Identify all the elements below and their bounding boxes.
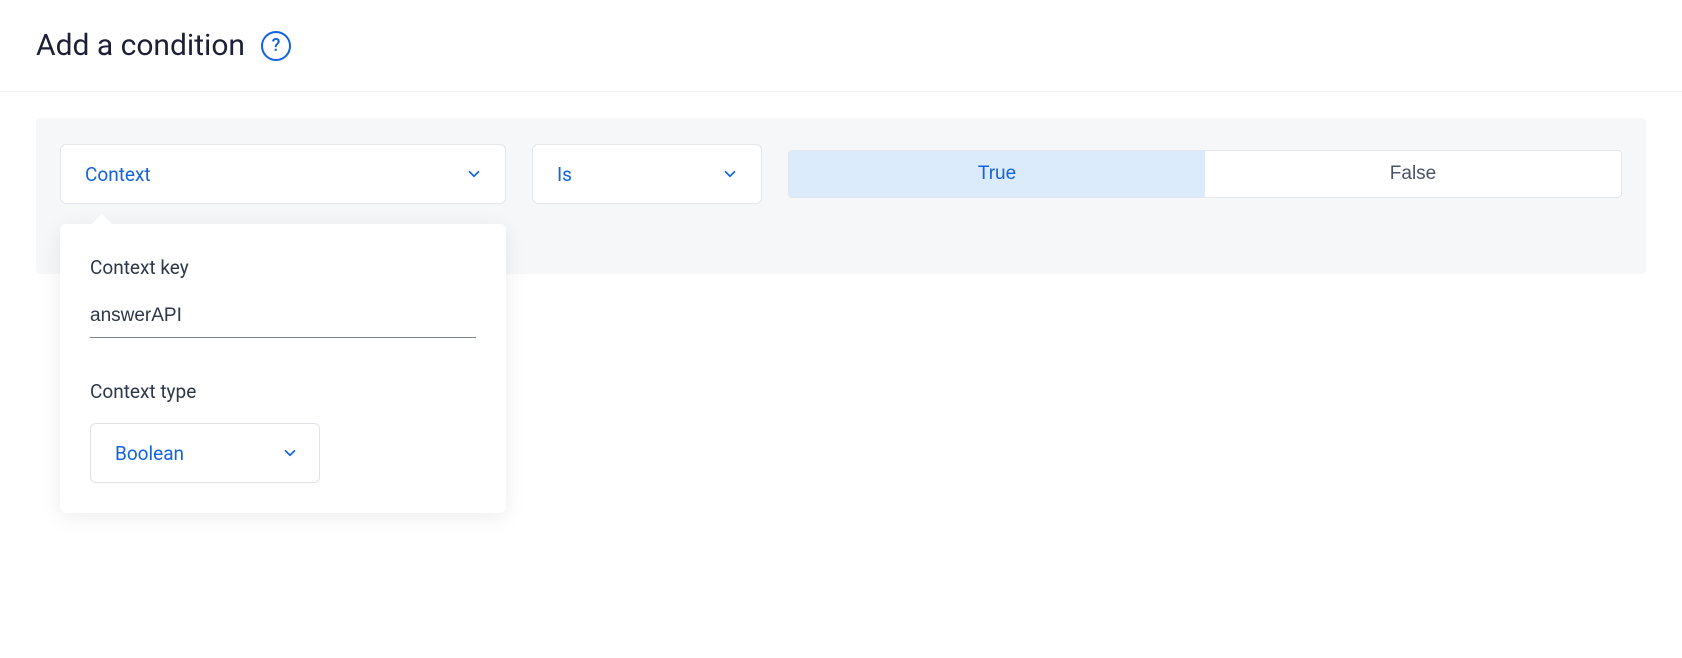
value-true-button[interactable]: True xyxy=(789,151,1205,197)
context-popover: Context key Context type Boolean xyxy=(60,224,506,513)
context-type-label: Context type xyxy=(90,380,476,403)
subject-dropdown-label: Context xyxy=(85,163,151,186)
chevron-down-icon xyxy=(721,165,739,183)
value-false-button[interactable]: False xyxy=(1205,151,1621,197)
context-type-dropdown-label: Boolean xyxy=(115,442,184,465)
chevron-down-icon xyxy=(281,444,299,462)
page-title: Add a condition xyxy=(36,28,245,63)
help-icon[interactable]: ? xyxy=(261,31,291,61)
context-key-label: Context key xyxy=(90,256,476,279)
value-toggle: True False xyxy=(788,150,1622,198)
context-type-dropdown[interactable]: Boolean xyxy=(90,423,320,483)
operator-dropdown-label: Is xyxy=(557,163,572,186)
subject-dropdown[interactable]: Context xyxy=(60,144,506,204)
chevron-down-icon xyxy=(465,165,483,183)
context-key-input[interactable] xyxy=(90,299,476,338)
condition-panel: Context Is True False Context key Contex… xyxy=(36,118,1646,274)
operator-dropdown[interactable]: Is xyxy=(532,144,762,204)
